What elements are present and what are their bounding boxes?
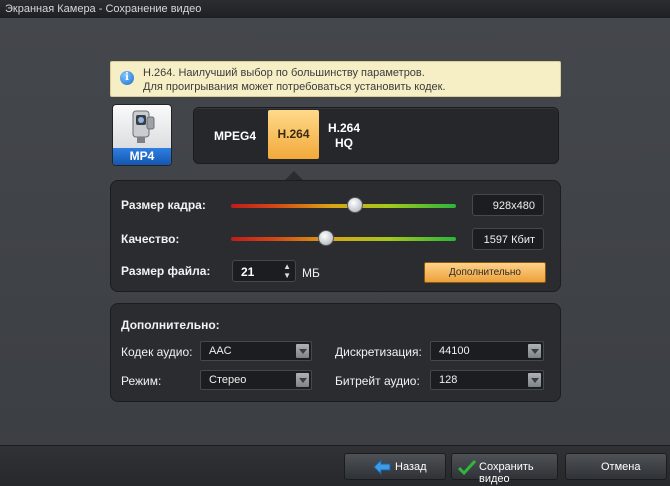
advanced-title: Дополнительно:	[121, 318, 220, 332]
audio-codec-select[interactable]: AAC	[200, 341, 312, 361]
back-label: Назад	[395, 461, 427, 473]
chevron-down-icon[interactable]	[528, 373, 541, 387]
info-icon: i	[120, 71, 134, 85]
frame-size-label: Размер кадра:	[121, 198, 206, 212]
checkmark-icon	[458, 459, 476, 475]
file-size-stepper[interactable]: 21 ▲ ▼	[232, 260, 296, 282]
advanced-button[interactable]: Дополнительно	[424, 262, 546, 283]
cancel-label: Отмена	[601, 461, 641, 473]
mode-label: Режим:	[121, 374, 162, 388]
sampling-value: 44100	[439, 345, 470, 357]
audio-bitrate-label: Битрейт аудио:	[335, 374, 420, 388]
codec-mpeg4[interactable]: MPEG4	[214, 129, 256, 143]
format-badge: MP4	[113, 148, 171, 165]
window-title: Экранная Камера - Сохранение видео	[5, 3, 202, 15]
back-button[interactable]: Назад	[344, 453, 446, 480]
chevron-down-icon[interactable]	[296, 373, 309, 387]
file-size-label: Размер файла:	[121, 264, 211, 278]
codec-h264-hq-line2: HQ	[335, 136, 354, 150]
codec-h264[interactable]: H.264	[268, 110, 319, 159]
codec-h264-hq[interactable]: H.264 HQ	[328, 121, 360, 151]
file-size-value: 21	[241, 265, 255, 279]
selection-pointer	[285, 171, 303, 180]
mode-value: Стерео	[209, 374, 247, 386]
chevron-down-icon[interactable]	[528, 344, 541, 358]
stepper-arrows-icon[interactable]: ▲ ▼	[283, 262, 291, 280]
arrow-left-icon	[373, 459, 391, 475]
save-video-label: Сохранить видео	[479, 461, 534, 485]
audio-bitrate-select[interactable]: 128	[430, 370, 544, 390]
quality-label: Качество:	[121, 232, 180, 246]
info-line-1: H.264. Наилучший выбор по большинству па…	[143, 67, 425, 79]
codec-h264-hq-line1: H.264	[328, 121, 361, 135]
quality-slider-thumb[interactable]	[317, 230, 334, 246]
format-mp4-button[interactable]: MP4	[112, 104, 172, 166]
chevron-down-icon[interactable]	[296, 344, 309, 358]
audio-codec-label: Кодек аудио:	[121, 345, 193, 359]
cancel-button[interactable]: Отмена	[565, 453, 667, 480]
quality-slider[interactable]	[231, 237, 456, 241]
info-line-2: Для проигрывания может потребоваться уст…	[143, 81, 446, 93]
codec-selector: MPEG4 H.264 H.264 HQ	[193, 107, 559, 164]
audio-codec-value: AAC	[209, 345, 232, 357]
frame-size-slider[interactable]	[231, 204, 456, 208]
file-size-unit: МБ	[302, 266, 320, 280]
frame-size-value: 928x480	[472, 194, 544, 216]
sampling-label: Дискретизация:	[335, 345, 422, 359]
video-camera-icon	[132, 110, 155, 143]
mode-select[interactable]: Стерео	[200, 370, 312, 390]
audio-bitrate-value: 128	[439, 374, 458, 386]
info-banner: i H.264. Наилучший выбор по большинству …	[110, 61, 561, 97]
quality-value: 1597 Кбит	[472, 228, 544, 250]
frame-size-slider-thumb[interactable]	[346, 197, 363, 213]
title-bar: Экранная Камера - Сохранение видео	[0, 0, 670, 19]
sampling-select[interactable]: 44100	[430, 341, 544, 361]
save-video-button[interactable]: Сохранить видео	[451, 453, 558, 485]
